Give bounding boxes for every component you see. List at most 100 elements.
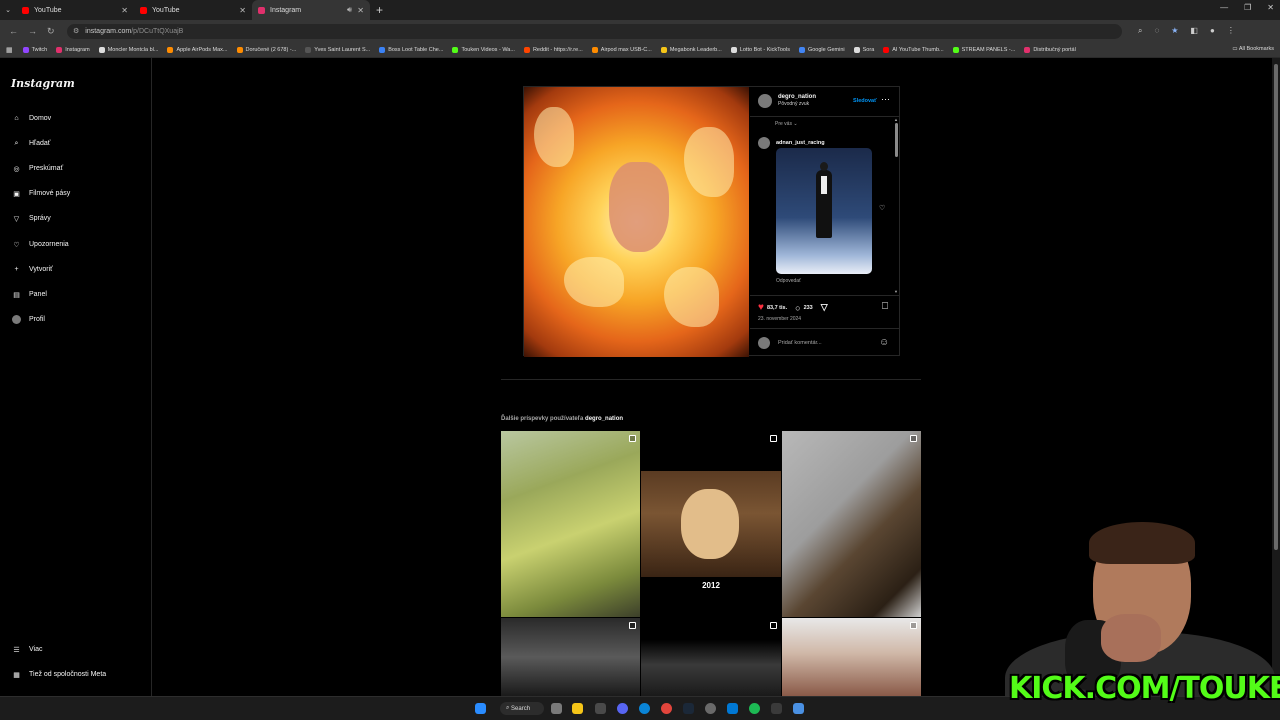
star-icon[interactable]: ★ [1171, 26, 1178, 36]
profile-icon[interactable]: ● [1210, 26, 1215, 36]
bookmark[interactable]: Boss Loot Table Che... [379, 46, 443, 53]
comment-icon[interactable]: ○ [795, 303, 800, 313]
bookmark[interactable]: Reddit - https://r.re... [523, 46, 583, 53]
edge-icon[interactable] [639, 703, 650, 714]
add-comment-field[interactable]: Pridať komentár... [758, 337, 822, 349]
sidebar-item-reels[interactable]: ▣ Filmové pásy [11, 188, 70, 199]
app-icon[interactable] [705, 703, 716, 714]
scroll-up-icon[interactable]: ▲ [894, 117, 898, 122]
app-icon[interactable] [793, 703, 804, 714]
file-explorer-icon[interactable] [572, 703, 583, 714]
start-icon[interactable] [475, 703, 486, 714]
tab-instagram[interactable]: Instagram 🔊︎ ✕ [252, 0, 370, 20]
grid-post-stage[interactable] [641, 618, 781, 696]
grid-post-dog[interactable]: 2012 [641, 431, 781, 617]
bookmark[interactable]: Twitch [22, 46, 47, 53]
speaker-icon[interactable]: 🔊︎ [347, 5, 352, 15]
steam-icon[interactable] [683, 703, 694, 714]
bookmark[interactable]: Moncler Montcla bl... [98, 46, 158, 53]
minimize-icon[interactable]: — [1220, 3, 1228, 12]
site-info-icon[interactable]: ⚙ [73, 27, 79, 35]
eye-off-icon[interactable]: ◌ [1154, 26, 1159, 36]
bookmark[interactable]: Yves Saint Laurent S... [305, 46, 370, 53]
post-video[interactable] [524, 87, 749, 357]
follow-button[interactable]: Sledovať [853, 98, 877, 104]
chrome-icon[interactable] [661, 703, 672, 714]
discord-icon[interactable] [617, 703, 628, 714]
sidebar-item-create[interactable]: + Vytvoriť [11, 264, 52, 275]
grid-post-street[interactable] [501, 618, 640, 696]
spotify-icon[interactable] [749, 703, 760, 714]
tab-youtube-1[interactable]: YouTube ✕ [16, 0, 134, 20]
app-icon[interactable] [595, 703, 606, 714]
bookmark[interactable]: Sora [853, 46, 874, 53]
scrollbar-thumb[interactable] [1274, 64, 1278, 550]
kebab-menu-icon[interactable]: ⋮ [1227, 26, 1235, 36]
bookmark[interactable]: Google Gemini [798, 46, 845, 53]
bookmark[interactable]: Lotto Bot - KickTools [730, 46, 790, 53]
grid-post-pickles[interactable] [501, 431, 640, 617]
sidebar-item-explore[interactable]: ◎ Preskúmať [11, 163, 63, 174]
forward-icon[interactable]: → [28, 26, 38, 36]
app-icon[interactable] [727, 703, 738, 714]
share-icon[interactable]: ▽ [821, 302, 828, 313]
sidebar-item-messages[interactable]: ▽ Správy [11, 213, 51, 224]
reply-button[interactable]: Odpovedať [776, 278, 801, 284]
instagram-logo[interactable]: Instagram [11, 77, 75, 90]
comment-like-icon[interactable]: ♡ [879, 204, 885, 212]
all-bookmarks-button[interactable]: ▭ All Bookmarks [1232, 46, 1274, 52]
emoji-icon[interactable]: ☺ [879, 337, 889, 348]
bookmark[interactable]: Megabonk Leaderb... [660, 46, 722, 53]
apps-icon[interactable]: ▦ [6, 46, 13, 54]
app-icon[interactable] [771, 703, 782, 714]
back-icon[interactable]: ← [9, 26, 19, 36]
tab-search-icon[interactable]: ⌄ [0, 6, 16, 14]
post-card: degro_nation Pôvodný zvuk Sledovať ⋯ Pre … [523, 86, 900, 357]
more-options-icon[interactable]: ⋯ [881, 94, 890, 105]
owner-username[interactable]: degro_nation [778, 94, 816, 100]
commenter-avatar[interactable] [758, 137, 770, 149]
close-icon[interactable]: ✕ [357, 6, 364, 15]
zoom-icon[interactable]: ⌕ [1138, 26, 1142, 36]
sidebar-item-home[interactable]: ⌂ Domov [11, 113, 51, 124]
audio-label[interactable]: Pôvodný zvuk [778, 101, 816, 108]
bookmark[interactable]: STREAM PANELS -... [952, 46, 1015, 53]
new-tab-button[interactable]: + [376, 3, 383, 17]
bookmark[interactable]: Apple AirPods Max... [167, 46, 228, 53]
commenter-username[interactable]: adnan_just_racing [776, 140, 825, 146]
sidebar-item-profile[interactable]: Profil [11, 314, 45, 325]
like-icon[interactable]: ♥ [758, 302, 764, 313]
sidebar-item-search[interactable]: ⌕ Hľadať [11, 138, 51, 149]
close-icon[interactable]: ✕ [121, 6, 128, 15]
grid-post-dog-grooming[interactable] [782, 431, 921, 617]
post-owner[interactable]: degro_nation Pôvodný zvuk [758, 94, 816, 108]
sidebar-item-meta[interactable]: ▦ Tiež od spoločnosti Meta [11, 669, 106, 680]
url-field[interactable]: ⚙ instagram.com/p/DCuTtQXuajB [67, 23, 1122, 39]
reload-icon[interactable]: ↻ [47, 26, 57, 37]
bookmark-icon[interactable]: ⎕ [882, 301, 888, 312]
comments-scrollbar[interactable]: ▲ ▼ [894, 117, 898, 294]
tab-youtube-2[interactable]: YouTube ✕ [134, 0, 252, 20]
close-window-icon[interactable]: ✕ [1267, 3, 1274, 12]
taskbar-search[interactable]: ⌕ Search [500, 702, 544, 715]
sidebar-item-notifications[interactable]: ♡ Upozornenia [11, 239, 68, 250]
sidebar-item-dashboard[interactable]: ▤ Panel [11, 289, 47, 300]
bookmark[interactable]: Touken Videos - Wa... [452, 46, 515, 53]
like-count[interactable]: 83,7 tis. [767, 305, 787, 311]
sidebar-item-more[interactable]: ☰ Viac [11, 644, 42, 655]
close-icon[interactable]: ✕ [239, 6, 246, 15]
task-view-icon[interactable] [551, 703, 562, 714]
extensions-icon[interactable]: ◧ [1190, 26, 1198, 36]
comment-gif[interactable] [776, 148, 872, 274]
comments-sort-dropdown[interactable]: Pre vás ⌄ [775, 121, 798, 127]
restore-icon[interactable]: ❐ [1244, 3, 1251, 12]
grid-post-people[interactable] [782, 618, 921, 696]
bookmark[interactable]: Doručené (2 678) -... [236, 46, 296, 53]
bookmark[interactable]: Distribučný portál [1024, 46, 1076, 53]
scroll-thumb[interactable] [895, 123, 898, 157]
bookmark[interactable]: Instagram [56, 46, 90, 53]
bookmark[interactable]: Airpod max USB-C... [591, 46, 652, 53]
scroll-down-icon[interactable]: ▼ [894, 289, 898, 294]
bookmark[interactable]: AI YouTube Thumb... [883, 46, 944, 53]
more-posts-user[interactable]: degro_nation [585, 416, 623, 422]
